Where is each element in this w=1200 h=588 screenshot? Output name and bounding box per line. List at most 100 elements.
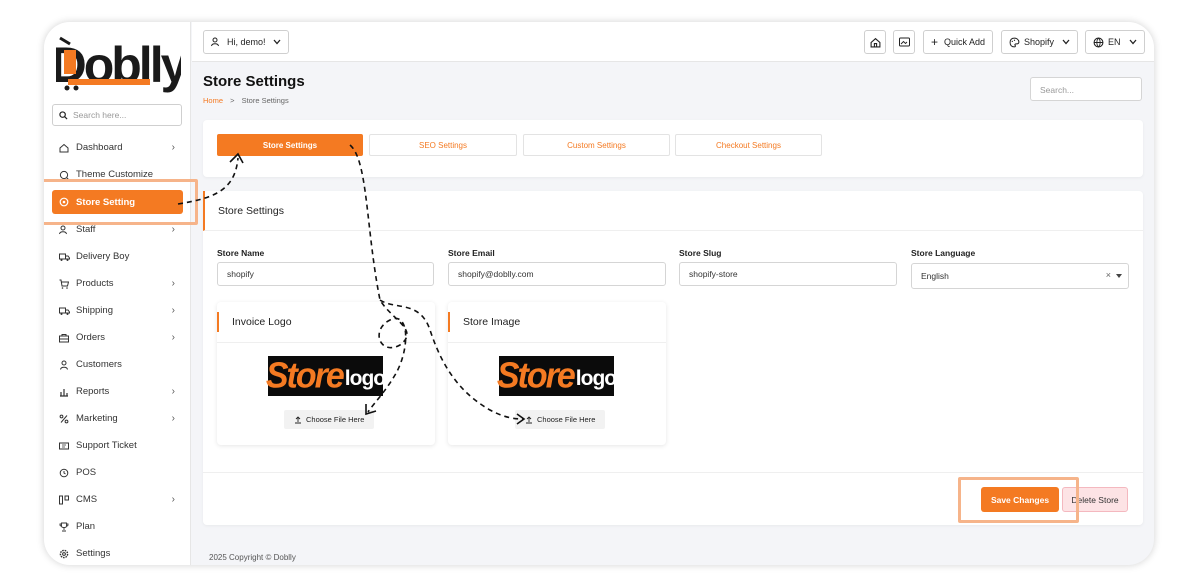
chevron-right-icon: › — [171, 332, 175, 343]
logo-word-logo: logo — [575, 367, 617, 390]
store-image-choose-file-button[interactable]: Choose File Here — [515, 410, 606, 429]
divider — [203, 472, 1143, 473]
divider — [448, 342, 666, 343]
gear-icon — [58, 548, 70, 560]
language-label: EN — [1108, 37, 1121, 47]
breadcrumb-separator: > — [230, 96, 235, 105]
sidebar-item-store-setting[interactable]: Store Setting — [52, 190, 183, 214]
sidebar-item-dashboard[interactable]: Dashboard › — [44, 134, 191, 161]
tab-seo-settings[interactable]: SEO Settings — [369, 134, 517, 156]
main-content: Store Settings Home > Store Settings Sea… — [192, 62, 1154, 565]
sidebar-item-label: Marketing — [76, 413, 118, 424]
sidebar-item-label: Plan — [76, 521, 96, 532]
invoice-logo-image: Store logo — [266, 356, 386, 396]
cms-icon — [58, 494, 70, 506]
tab-custom-settings[interactable]: Custom Settings — [523, 134, 670, 156]
pos-icon — [58, 467, 70, 479]
sidebar-item-reports[interactable]: Reports › — [44, 378, 191, 405]
invoice-logo-title: Invoice Logo — [217, 312, 435, 332]
breadcrumb-home-link[interactable]: Home — [203, 96, 223, 105]
sidebar-item-label: Reports — [76, 386, 110, 397]
upload-icon — [526, 415, 532, 423]
preview-button[interactable] — [893, 30, 915, 54]
logo-word-store: Store — [496, 355, 576, 396]
sidebar-item-label: Shipping — [76, 305, 113, 316]
chevron-right-icon: › — [171, 142, 175, 153]
choose-file-label: Choose File Here — [537, 415, 596, 424]
sidebar-item-support-ticket[interactable]: Support Ticket — [44, 432, 191, 459]
plus-icon: + — [931, 35, 939, 49]
doblly-logo[interactable]: Doblly — [56, 32, 181, 94]
marketing-icon — [58, 413, 70, 425]
store-icon — [58, 196, 70, 208]
sidebar-item-cms[interactable]: CMS › — [44, 486, 191, 513]
sidebar-nav: Dashboard › Theme Customize Store Settin… — [44, 134, 191, 565]
user-icon — [58, 359, 70, 371]
caret-down-icon — [1116, 274, 1122, 278]
sidebar-item-orders[interactable]: Orders › — [44, 324, 191, 351]
divider — [217, 342, 435, 343]
chart-icon — [58, 386, 70, 398]
language-switcher[interactable]: EN — [1085, 30, 1145, 54]
sidebar-search-placeholder: Search here... — [73, 110, 127, 120]
store-switcher[interactable]: Shopify — [1001, 30, 1079, 54]
user-menu-button[interactable]: Hi, demo! — [203, 30, 289, 54]
delete-store-button[interactable]: Delete Store — [1062, 487, 1128, 512]
home-icon — [870, 37, 880, 47]
chevron-right-icon: › — [171, 305, 175, 316]
cart-icon — [58, 278, 70, 290]
chevron-down-icon — [1129, 39, 1137, 45]
sidebar-item-plan[interactable]: Plan — [44, 513, 191, 540]
users-icon — [58, 224, 70, 236]
theme-icon — [58, 169, 70, 181]
store-image-preview: Store logo — [496, 355, 617, 396]
store-slug-label: Store Slug — [679, 248, 722, 258]
user-icon — [211, 37, 219, 47]
sidebar-item-staff[interactable]: Staff › — [44, 216, 191, 243]
clear-icon[interactable]: × — [1106, 270, 1111, 280]
sidebar-item-delivery-boy[interactable]: Delivery Boy — [44, 243, 191, 270]
quick-add-button[interactable]: + Quick Add — [923, 30, 994, 54]
app-window: Doblly Search here... Dashboard › Theme … — [44, 22, 1154, 565]
chevron-right-icon: › — [171, 494, 175, 505]
store-language-value: English — [921, 271, 949, 281]
sidebar-item-settings[interactable]: Settings — [44, 540, 191, 565]
breadcrumb-current: Store Settings — [241, 96, 289, 105]
store-slug-input[interactable]: shopify-store — [679, 262, 897, 286]
home-button[interactable] — [864, 30, 886, 54]
chevron-right-icon: › — [171, 413, 175, 424]
sidebar-item-marketing[interactable]: Marketing › — [44, 405, 191, 432]
tab-store-settings[interactable]: Store Settings — [217, 134, 363, 156]
chevron-down-icon — [1062, 39, 1070, 45]
search-icon — [59, 110, 68, 120]
sidebar-item-products[interactable]: Products › — [44, 270, 191, 297]
store-email-label: Store Email — [448, 248, 495, 258]
store-language-select[interactable]: English × — [911, 263, 1129, 289]
sidebar-item-theme-customize[interactable]: Theme Customize — [44, 161, 191, 188]
tab-checkout-settings[interactable]: Checkout Settings — [675, 134, 822, 156]
page-search-input[interactable]: Search... — [1030, 77, 1142, 101]
quick-add-label: Quick Add — [944, 37, 986, 47]
upload-icon — [295, 415, 301, 423]
store-name-input[interactable]: shopify — [217, 262, 434, 286]
store-image-title: Store Image — [448, 312, 666, 332]
tabs-card: Store Settings SEO Settings Custom Setti… — [203, 120, 1143, 177]
invoice-logo-card: Invoice Logo Store logo Choose File Here — [217, 302, 435, 445]
sidebar-item-pos[interactable]: POS — [44, 459, 191, 486]
chevron-right-icon: › — [171, 224, 175, 235]
breadcrumb: Home > Store Settings — [203, 96, 289, 105]
sidebar-search-input[interactable]: Search here... — [52, 104, 182, 126]
store-switcher-label: Shopify — [1024, 37, 1055, 47]
truck-icon — [58, 251, 70, 263]
home-icon — [58, 142, 70, 154]
sidebar-item-customers[interactable]: Customers — [44, 351, 191, 378]
sidebar-item-shipping[interactable]: Shipping › — [44, 297, 191, 324]
invoice-choose-file-button[interactable]: Choose File Here — [284, 410, 375, 429]
sidebar-item-label: Store Setting — [76, 196, 136, 208]
trophy-icon — [58, 521, 70, 533]
store-email-input[interactable]: shopify@doblly.com — [448, 262, 666, 286]
top-bar: Hi, demo! + Quick Add Shopify EN — [192, 22, 1154, 62]
store-name-label: Store Name — [217, 248, 265, 258]
logo-word-logo: logo — [344, 367, 386, 390]
save-changes-button[interactable]: Save Changes — [981, 487, 1059, 512]
